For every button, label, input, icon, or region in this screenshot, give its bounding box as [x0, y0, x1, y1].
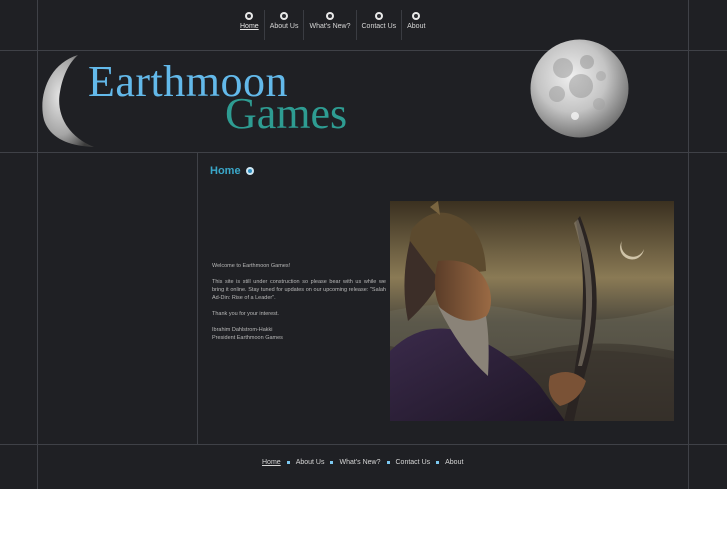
square-bullet-icon	[386, 461, 390, 464]
radio-dot-icon	[412, 12, 421, 20]
page-heading-text: Home	[210, 165, 241, 177]
grid-line-margin	[0, 152, 37, 153]
nav-home[interactable]: Home	[235, 12, 264, 38]
square-bullet-icon	[286, 461, 290, 464]
footer-nav-about[interactable]: About	[445, 459, 463, 466]
footer-nav-contact-us[interactable]: Contact Us	[396, 459, 431, 466]
grid-line-content-divider	[197, 152, 198, 444]
full-moon-icon	[530, 39, 629, 138]
radio-dot-icon	[280, 12, 289, 20]
grid-line-right	[688, 0, 689, 489]
footer-nav-about-us[interactable]: About Us	[296, 459, 325, 466]
site-container: Home About Us What's New? Contact Us Abo…	[0, 0, 727, 489]
thanks-line: Thank you for your interest.	[212, 311, 279, 317]
warrior-painting	[390, 201, 674, 421]
construction-message: This site is still under construction so…	[212, 279, 386, 301]
grid-line-header-bottom	[0, 152, 727, 153]
bottom-navigation: Home About Us What's New? Contact Us Abo…	[262, 459, 463, 466]
nav-about-us[interactable]: About Us	[265, 12, 304, 38]
top-navigation: Home About Us What's New? Contact Us Abo…	[235, 10, 430, 40]
welcome-line: Welcome to Earthmoon Games!	[212, 263, 291, 269]
radio-dot-icon	[245, 167, 254, 175]
nav-contact-us-label: Contact Us	[361, 23, 397, 30]
radio-dot-icon	[374, 12, 383, 20]
nav-about[interactable]: About	[402, 12, 430, 38]
nav-whats-new[interactable]: What's New?	[304, 12, 355, 38]
radio-dot-icon	[245, 12, 254, 20]
nav-home-label: Home	[240, 23, 259, 30]
nav-whats-new-label: What's New?	[309, 23, 351, 30]
nav-about-us-label: About Us	[269, 23, 299, 30]
footer-nav-whats-new[interactable]: What's New?	[339, 459, 380, 466]
nav-contact-us[interactable]: Contact Us	[357, 12, 402, 38]
page-heading: Home	[210, 165, 254, 177]
welcome-text-block: Welcome to Earthmoon Games! This site is…	[212, 262, 386, 342]
logo-games[interactable]: Games	[225, 92, 347, 136]
square-bullet-icon	[436, 461, 440, 464]
square-bullet-icon	[330, 461, 334, 464]
signature-name: Ibrahim Dahlstrom-Hakki	[212, 327, 273, 333]
nav-about-label: About	[407, 23, 426, 30]
signature-title: President Earthmoon Games	[212, 335, 283, 341]
grid-line-footer-top	[0, 444, 727, 445]
radio-dot-icon	[325, 12, 334, 20]
footer-nav-home[interactable]: Home	[262, 459, 281, 466]
